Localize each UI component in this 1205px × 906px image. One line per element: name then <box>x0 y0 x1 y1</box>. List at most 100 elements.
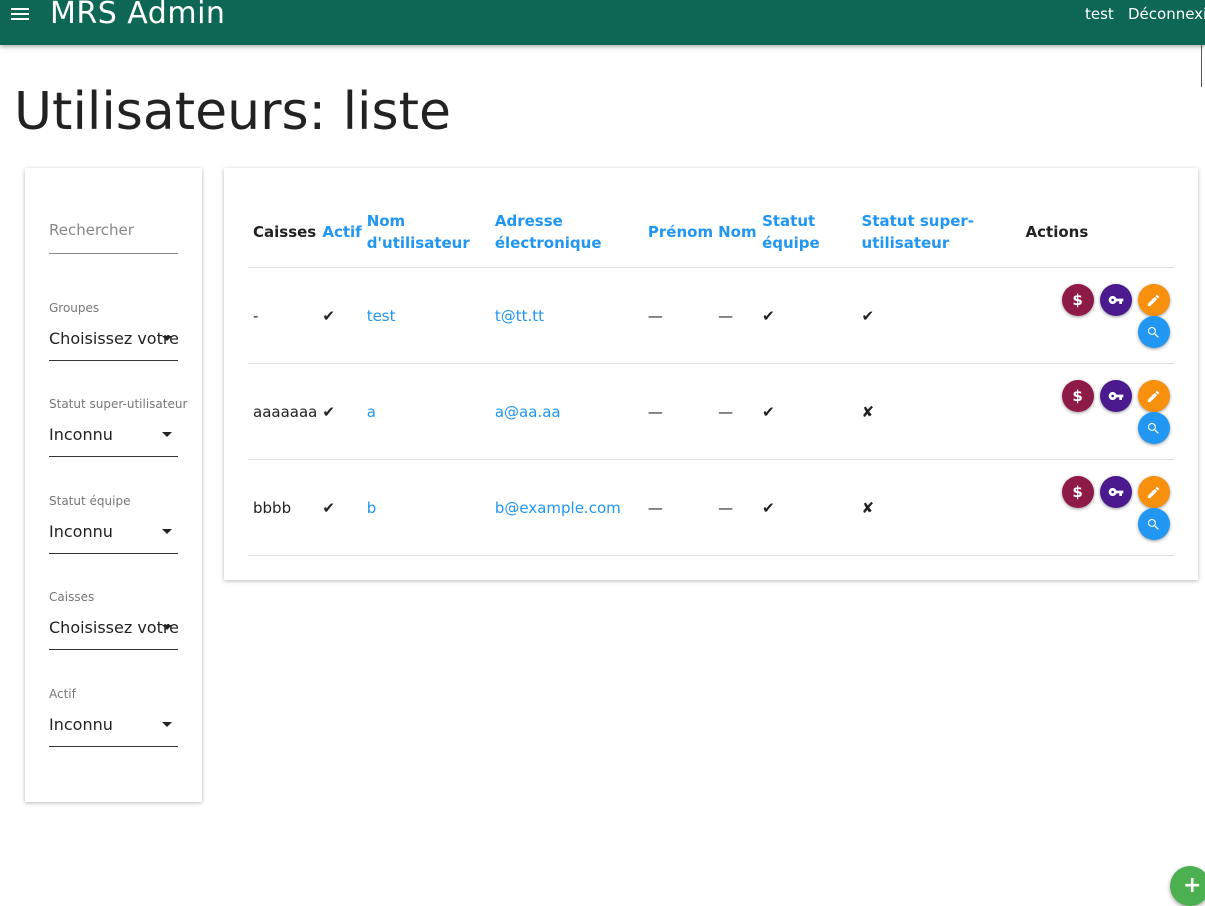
cell-firstname: — <box>642 267 714 364</box>
cell-superuser: ✘ <box>856 459 1021 556</box>
staff-select[interactable]: Inconnu <box>49 521 178 554</box>
column-header-actions: Actions <box>1020 196 1174 268</box>
dropdown-arrow-icon <box>162 722 172 727</box>
filter-label-groups: Groupes <box>49 301 100 315</box>
logout-link[interactable]: Déconnexion <box>1128 5 1205 23</box>
cell-email: t@tt.tt <box>489 267 643 364</box>
table-header-row: Caisses Actif Nom d'utilisateur Adresse … <box>248 196 1174 268</box>
dropdown-arrow-icon <box>162 625 172 630</box>
column-header-caisses: Caisses <box>248 196 318 268</box>
pencil-icon[interactable] <box>1137 380 1170 412</box>
key-icon[interactable] <box>1099 476 1132 508</box>
column-header-superuser[interactable]: Statut super-utilisateur <box>856 196 1021 268</box>
cell-caisses: aaaaaaa <box>248 363 318 460</box>
cell-lastname: — <box>713 363 758 460</box>
cell-superuser: ✔ <box>856 267 1021 364</box>
search-field[interactable] <box>49 220 178 254</box>
column-header-username[interactable]: Nom d'utilisateur <box>361 196 490 268</box>
filter-label-caisses: Caisses <box>49 590 95 604</box>
superuser-select[interactable]: Inconnu <box>49 424 178 457</box>
superuser-select-value: Inconnu <box>49 425 113 444</box>
add-user-button[interactable]: + <box>1170 866 1205 906</box>
cell-username: test <box>361 267 490 364</box>
cell-firstname: — <box>642 363 714 460</box>
filter-staff: Statut équipe Inconnu <box>49 494 178 554</box>
filter-groups: Groupes Choisissez votre choix <box>49 301 178 361</box>
cell-lastname: — <box>713 459 758 556</box>
username-link[interactable]: a <box>367 403 376 421</box>
row-actions: $ <box>1026 460 1174 555</box>
table-row: bbbb ✔ b b@example.com — — ✔ ✘ $ <box>248 459 1174 556</box>
cell-email: b@example.com <box>489 459 643 556</box>
filter-label-staff: Statut équipe <box>49 494 131 508</box>
active-select[interactable]: Inconnu <box>49 714 178 747</box>
cell-actions: $ <box>1020 363 1174 460</box>
search-icon[interactable] <box>1137 412 1170 444</box>
dropdown-arrow-icon <box>162 336 172 341</box>
users-table-card: Caisses Actif Nom d'utilisateur Adresse … <box>224 168 1198 580</box>
username-link[interactable]: b <box>367 499 377 517</box>
page-title: Utilisateurs: liste <box>14 82 451 142</box>
cell-actions: $ <box>1020 459 1174 556</box>
dollar-icon[interactable]: $ <box>1061 284 1094 316</box>
pencil-icon[interactable] <box>1137 476 1170 508</box>
key-icon[interactable] <box>1099 380 1132 412</box>
search-icon[interactable] <box>1137 316 1170 348</box>
email-link[interactable]: b@example.com <box>495 499 621 517</box>
search-icon[interactable] <box>1137 508 1170 540</box>
cell-caisses: bbbb <box>248 459 318 556</box>
cell-email: a@aa.aa <box>489 363 643 460</box>
row-actions: $ <box>1026 364 1174 459</box>
column-header-firstname[interactable]: Prénom <box>642 196 714 268</box>
app-title[interactable]: MRS Admin <box>50 0 225 36</box>
filter-active: Actif Inconnu <box>49 687 178 747</box>
dropdown-arrow-icon <box>162 529 172 534</box>
email-link[interactable]: a@aa.aa <box>495 403 561 421</box>
caisses-select-value: Choisissez votre choix <box>49 618 178 637</box>
groups-select[interactable]: Choisissez votre choix <box>49 328 178 361</box>
cell-staff: ✔ <box>757 363 857 460</box>
cell-username: b <box>361 459 490 556</box>
dropdown-arrow-icon <box>162 432 172 437</box>
table-row: - ✔ test t@tt.tt — — ✔ ✔ $ <box>248 267 1174 364</box>
dollar-icon[interactable]: $ <box>1061 476 1094 508</box>
active-select-value: Inconnu <box>49 715 113 734</box>
table-row: aaaaaaa ✔ a a@aa.aa — — ✔ ✘ $ <box>248 363 1174 460</box>
filter-caisses: Caisses Choisissez votre choix <box>49 590 178 650</box>
cell-lastname: — <box>713 267 758 364</box>
cell-username: a <box>361 363 490 460</box>
filter-label-active: Actif <box>49 687 76 701</box>
cell-actif: ✔ <box>317 459 362 556</box>
cell-staff: ✔ <box>757 459 857 556</box>
cell-superuser: ✘ <box>856 363 1021 460</box>
row-actions: $ <box>1026 268 1174 363</box>
users-table: Caisses Actif Nom d'utilisateur Adresse … <box>248 196 1174 556</box>
user-name[interactable]: test <box>1085 5 1114 23</box>
filter-superuser: Statut super-utilisateur Inconnu <box>49 397 188 457</box>
filter-label-superuser: Statut super-utilisateur <box>49 397 188 411</box>
dollar-icon[interactable]: $ <box>1061 380 1094 412</box>
column-header-actif[interactable]: Actif <box>317 196 362 268</box>
email-link[interactable]: t@tt.tt <box>495 307 544 325</box>
groups-select-value: Choisissez votre choix <box>49 329 178 348</box>
column-header-email[interactable]: Adresse électronique <box>489 196 643 268</box>
pencil-icon[interactable] <box>1137 284 1170 316</box>
key-icon[interactable] <box>1099 284 1132 316</box>
app-bar: MRS Admin test Déconnexion <box>0 0 1205 45</box>
cell-actif: ✔ <box>317 363 362 460</box>
caisses-select[interactable]: Choisissez votre choix <box>49 617 178 650</box>
plus-icon: + <box>1183 873 1202 898</box>
search-input[interactable] <box>49 221 178 239</box>
menu-icon[interactable] <box>8 2 32 26</box>
column-header-lastname[interactable]: Nom <box>713 196 758 268</box>
cell-actions: $ <box>1020 267 1174 364</box>
cell-actif: ✔ <box>317 267 362 364</box>
cell-firstname: — <box>642 459 714 556</box>
filter-panel: Groupes Choisissez votre choix Statut su… <box>25 168 202 802</box>
cell-caisses: - <box>248 267 318 364</box>
staff-select-value: Inconnu <box>49 522 113 541</box>
scrollbar-edge <box>1201 45 1205 87</box>
column-header-staff[interactable]: Statut équipe <box>757 196 857 268</box>
cell-staff: ✔ <box>757 267 857 364</box>
username-link[interactable]: test <box>367 307 396 325</box>
